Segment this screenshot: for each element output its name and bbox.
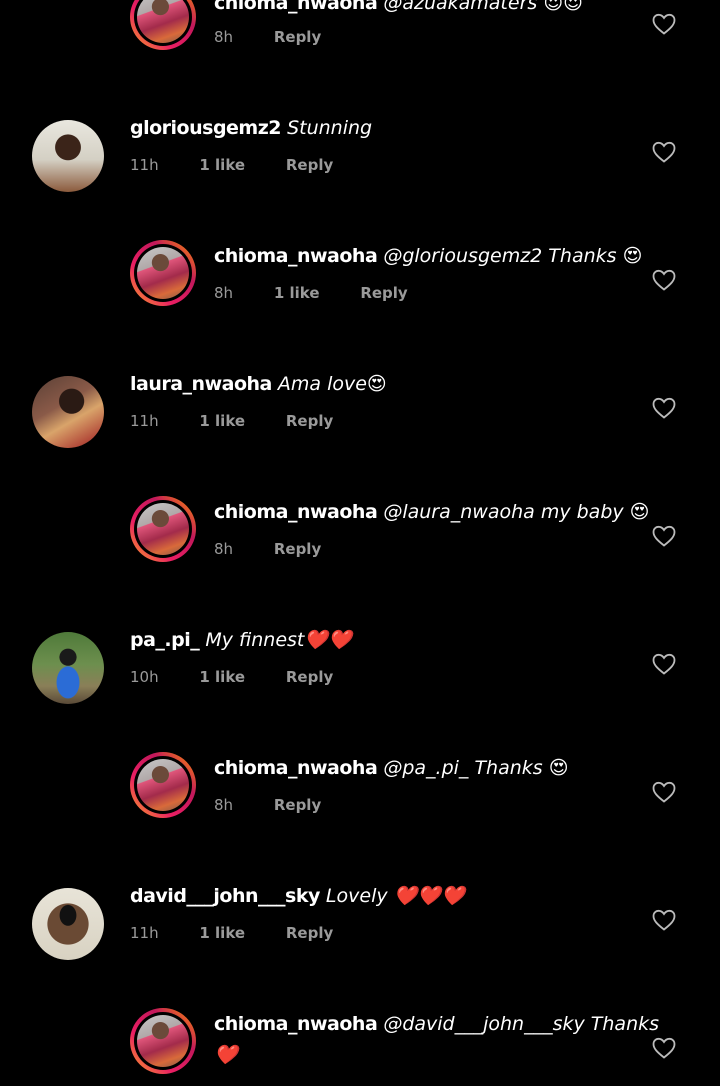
reply-button[interactable]: Reply <box>286 412 333 430</box>
comment-username[interactable]: gloriousgemz2 <box>130 117 282 139</box>
comment-likes[interactable]: 1 like <box>199 668 245 686</box>
avatar[interactable] <box>32 888 104 960</box>
comment-time: 8h <box>214 796 234 814</box>
comment-text: Ama love😍 <box>277 373 387 395</box>
comment-likes[interactable]: 1 like <box>274 284 320 302</box>
comment-likes[interactable]: 1 like <box>199 412 245 430</box>
avatar[interactable] <box>130 496 196 562</box>
comment-text-continued: ❤️ <box>214 1044 238 1066</box>
reply-button[interactable]: Reply <box>286 924 333 942</box>
reply-button[interactable]: Reply <box>286 668 333 686</box>
comment-username[interactable]: chioma_nwaoha <box>214 245 378 267</box>
comment-time: 8h <box>214 540 234 558</box>
comment-username[interactable]: chioma_nwaoha <box>214 1013 378 1035</box>
reply-button[interactable]: Reply <box>360 284 407 302</box>
avatar[interactable] <box>130 240 196 306</box>
avatar[interactable] <box>130 1008 196 1074</box>
comment-username[interactable]: chioma_nwaoha <box>214 757 378 779</box>
comment-username[interactable]: chioma_nwaoha <box>214 0 378 14</box>
heart-outline-icon[interactable] <box>652 141 676 163</box>
avatar[interactable] <box>32 632 104 704</box>
reply-button[interactable]: Reply <box>274 28 321 46</box>
comment-text: Lovely ❤️❤️❤️ <box>325 885 465 907</box>
comment-likes[interactable]: 1 like <box>199 156 245 174</box>
comment-time: 11h <box>130 924 159 942</box>
heart-outline-icon[interactable] <box>652 1037 676 1059</box>
comment-time: 11h <box>130 156 159 174</box>
reply-button[interactable]: Reply <box>286 156 333 174</box>
avatar[interactable] <box>130 0 196 50</box>
comment-text: @laura_nwaoha my baby 😍 <box>383 501 650 523</box>
comment-username[interactable]: chioma_nwaoha <box>214 501 378 523</box>
comment-username[interactable]: laura_nwaoha <box>130 373 272 395</box>
comment-time: 10h <box>130 668 159 686</box>
reply-button[interactable]: Reply <box>274 796 321 814</box>
comment-username[interactable]: david___john___sky <box>130 885 320 907</box>
heart-outline-icon[interactable] <box>652 13 676 35</box>
comment-text: My finnest❤️❤️ <box>205 629 352 651</box>
comment-text: @azuakamaters 😍😍 <box>383 0 583 14</box>
comment-time: 11h <box>130 412 159 430</box>
comment-username[interactable]: pa_.pi_ <box>130 629 200 651</box>
heart-outline-icon[interactable] <box>652 397 676 419</box>
heart-outline-icon[interactable] <box>652 653 676 675</box>
avatar[interactable] <box>32 120 104 192</box>
heart-outline-icon[interactable] <box>652 909 676 931</box>
comment-text: @gloriousgemz2 Thanks 😍 <box>383 245 643 267</box>
comment-text: @pa_.pi_ Thanks 😍 <box>383 757 569 779</box>
comment-time: 8h <box>214 28 234 46</box>
comment-text: @david___john___sky Thanks <box>383 1013 660 1035</box>
heart-outline-icon[interactable] <box>652 525 676 547</box>
comment-text: Stunning <box>287 117 373 139</box>
reply-button[interactable]: Reply <box>274 540 321 558</box>
avatar[interactable] <box>32 376 104 448</box>
avatar[interactable] <box>130 752 196 818</box>
heart-outline-icon[interactable] <box>652 781 676 803</box>
comment-time: 8h <box>214 284 234 302</box>
comment-likes[interactable]: 1 like <box>199 924 245 942</box>
heart-outline-icon[interactable] <box>652 269 676 291</box>
